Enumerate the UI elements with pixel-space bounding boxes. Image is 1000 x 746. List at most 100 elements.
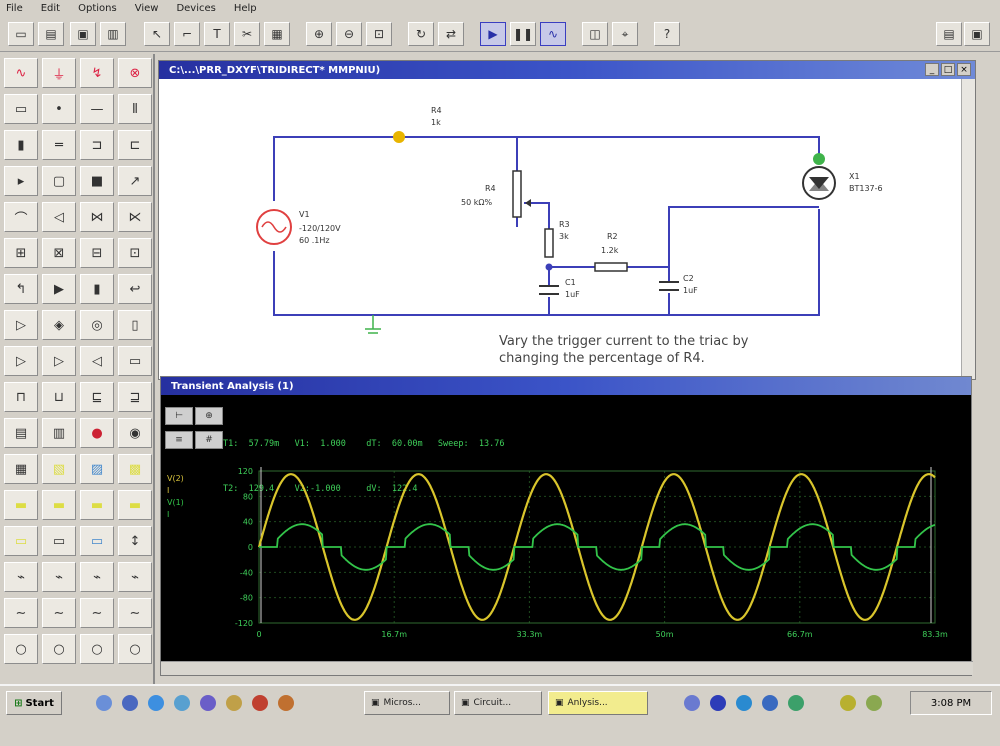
- menu-devices[interactable]: Devices: [176, 3, 215, 14]
- component-button[interactable]: ⊑: [80, 382, 114, 412]
- component-button[interactable]: ◈: [42, 310, 76, 340]
- tray-icon[interactable]: [866, 695, 882, 711]
- component-button[interactable]: ▭: [80, 526, 114, 556]
- quick-launch-icon[interactable]: [200, 695, 216, 711]
- tray-icon[interactable]: [788, 695, 804, 711]
- rotate-button[interactable]: ↻: [408, 22, 434, 46]
- taskbar-button-circuit[interactable]: ▣ Circuit...: [454, 691, 542, 715]
- component-button[interactable]: ▭: [118, 346, 152, 376]
- save-button[interactable]: ▣: [70, 22, 96, 46]
- pause-simulation-button[interactable]: ❚❚: [510, 22, 536, 46]
- component-button[interactable]: ⌁: [118, 562, 152, 592]
- quick-launch-icon[interactable]: [148, 695, 164, 711]
- scale-tool-button[interactable]: ≡: [165, 431, 193, 449]
- component-button[interactable]: ▬: [118, 490, 152, 520]
- menu-file[interactable]: File: [6, 3, 23, 14]
- component-button[interactable]: ■: [80, 166, 114, 196]
- quick-launch-icon[interactable]: [96, 695, 112, 711]
- capacitor-c1[interactable]: [539, 285, 559, 295]
- potentiometer-r4[interactable]: [512, 170, 531, 218]
- close-button[interactable]: ×: [957, 63, 971, 76]
- component-button[interactable]: ↰: [4, 274, 38, 304]
- component-button[interactable]: ∼: [80, 598, 114, 628]
- component-button[interactable]: ⊠: [42, 238, 76, 268]
- component-button[interactable]: ▤: [4, 418, 38, 448]
- component-button[interactable]: ▸: [4, 166, 38, 196]
- component-button[interactable]: ∼: [118, 598, 152, 628]
- component-button[interactable]: ▯: [118, 310, 152, 340]
- ac-source-v1[interactable]: [256, 209, 292, 245]
- instrument-button[interactable]: ◫: [582, 22, 608, 46]
- component-button[interactable]: ⌁: [42, 562, 76, 592]
- taskbar-button-micros[interactable]: ▣ Micros...: [364, 691, 450, 715]
- menu-edit[interactable]: Edit: [41, 3, 60, 14]
- component-button[interactable]: ▭: [4, 526, 38, 556]
- component-button[interactable]: —: [80, 94, 114, 124]
- waveform-plot[interactable]: 12080400-40-80-1200 16.7m 33.3m 50m 66.7m 83.…: [201, 465, 981, 661]
- probe-marker[interactable]: [393, 131, 405, 143]
- triac-x1[interactable]: [802, 153, 836, 200]
- component-button[interactable]: ▶: [42, 274, 76, 304]
- component-button[interactable]: ▢: [42, 166, 76, 196]
- component-button[interactable]: ▭: [42, 526, 76, 556]
- component-button[interactable]: ▬: [4, 490, 38, 520]
- legend-item[interactable]: I: [167, 509, 184, 521]
- component-button[interactable]: ▷: [42, 346, 76, 376]
- quick-launch-icon[interactable]: [278, 695, 294, 711]
- window-cascade-button[interactable]: ▣: [964, 22, 990, 46]
- tray-icon[interactable]: [840, 695, 856, 711]
- menu-help[interactable]: Help: [234, 3, 257, 14]
- component-button[interactable]: ∿: [4, 58, 38, 88]
- component-button[interactable]: ○: [42, 634, 76, 664]
- component-button[interactable]: ▦: [4, 454, 38, 484]
- zoom-tool-button[interactable]: ⊕: [195, 407, 223, 425]
- grid-tool-button[interactable]: #: [195, 431, 223, 449]
- component-button[interactable]: ↩: [118, 274, 152, 304]
- component-button[interactable]: ⫴: [118, 94, 152, 124]
- legend-item[interactable]: V(1): [167, 497, 184, 509]
- schematic-title[interactable]: C:\...\PRR_DXYF\TRIDIRECT* MMPNIU): [159, 61, 975, 79]
- component-button[interactable]: ↗: [118, 166, 152, 196]
- component-button[interactable]: ⋈: [80, 202, 114, 232]
- legend-item[interactable]: V(2): [167, 473, 184, 485]
- quick-launch-icon[interactable]: [252, 695, 268, 711]
- quick-launch-icon[interactable]: [226, 695, 242, 711]
- analysis-button[interactable]: ∿: [540, 22, 566, 46]
- minimize-button[interactable]: _: [925, 63, 939, 76]
- component-button[interactable]: ⋉: [118, 202, 152, 232]
- component-button[interactable]: ⊡: [118, 238, 152, 268]
- component-button[interactable]: ⊟: [80, 238, 114, 268]
- component-button[interactable]: ⊏: [118, 130, 152, 160]
- component-button[interactable]: ◉: [118, 418, 152, 448]
- capacitor-c2[interactable]: [659, 281, 679, 291]
- component-button[interactable]: ⊞: [4, 238, 38, 268]
- analysis-horizontal-scrollbar[interactable]: [161, 661, 973, 675]
- component-button[interactable]: ●: [80, 418, 114, 448]
- component-button[interactable]: •: [42, 94, 76, 124]
- component-button[interactable]: ⌁: [80, 562, 114, 592]
- component-button[interactable]: ◎: [80, 310, 114, 340]
- component-button[interactable]: ▬: [42, 490, 76, 520]
- probe-button[interactable]: ⌖: [612, 22, 638, 46]
- component-button[interactable]: ▷: [4, 346, 38, 376]
- component-button[interactable]: ⌒: [4, 202, 38, 232]
- quick-launch-icon[interactable]: [122, 695, 138, 711]
- cursor-tool-button[interactable]: ⊢: [165, 407, 193, 425]
- component-button[interactable]: ▷: [4, 310, 38, 340]
- zoom-fit-button[interactable]: ⊡: [366, 22, 392, 46]
- new-file-button[interactable]: ▭: [8, 22, 34, 46]
- component-button[interactable]: ▮: [80, 274, 114, 304]
- component-button[interactable]: ∼: [42, 598, 76, 628]
- text-tool-button[interactable]: T: [204, 22, 230, 46]
- open-file-button[interactable]: ▤: [38, 22, 64, 46]
- component-button[interactable]: ○: [4, 634, 38, 664]
- component-button[interactable]: ○: [80, 634, 114, 664]
- schematic-vertical-scrollbar[interactable]: [961, 79, 975, 379]
- component-button[interactable]: ⊔: [42, 382, 76, 412]
- component-button[interactable]: ▮: [4, 130, 38, 160]
- component-button[interactable]: ⌁: [4, 562, 38, 592]
- menu-view[interactable]: View: [135, 3, 159, 14]
- run-simulation-button[interactable]: ▶: [480, 22, 506, 46]
- taskbar-button-analysis[interactable]: ▣ Anlysis...: [548, 691, 648, 715]
- help-button[interactable]: ?: [654, 22, 680, 46]
